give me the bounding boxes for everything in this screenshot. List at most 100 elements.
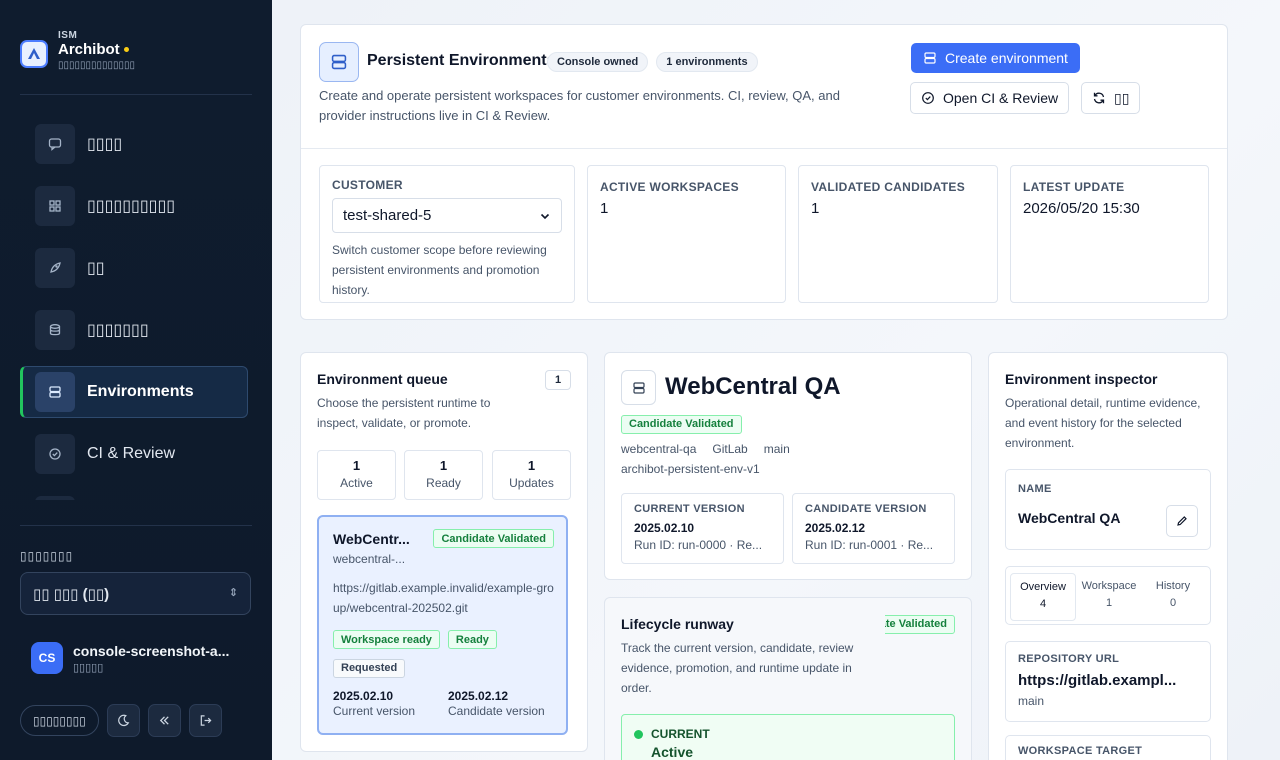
customer-select[interactable]: test-shared-5 [332, 198, 562, 233]
collapse-sidebar-button[interactable] [147, 704, 181, 737]
env-card-header: WebCentr... Candidate Validated [333, 529, 554, 548]
sidebar-item-label: Environments [87, 383, 194, 400]
ver-value: 2025.02.10 [634, 521, 695, 535]
active-workspaces-stat: ACTIVE WORKSPACES 1 [587, 165, 786, 303]
candidate-version-box: CANDIDATE VERSION 2025.02.12 Run ID: run… [792, 493, 955, 564]
theme-toggle-button[interactable] [106, 704, 140, 737]
runway-description: Track the current version, candidate, re… [621, 641, 854, 695]
sidebar-item-label: ▯▯▯▯▯▯▯▯▯▯ [87, 198, 176, 215]
runway-step-value: Active [651, 744, 694, 760]
runway-title: Lifecycle runway [621, 616, 734, 632]
customer-label: CUSTOMER [332, 178, 403, 192]
overflow-icon [35, 496, 75, 500]
runway-badge-wrap: Candidate Validated [885, 614, 955, 634]
stat-label: Ready [426, 476, 461, 490]
sidebar-item-ci-review[interactable]: CI & Review [20, 428, 248, 480]
brand[interactable]: ISM Archibot ▯▯▯▯▯▯▯▯▯▯▯▯▯▯ [20, 30, 135, 71]
env-card-requested: Requested [333, 658, 554, 678]
queue-title: Environment queue [317, 371, 448, 387]
tab-history[interactable]: History 0 [1140, 573, 1206, 621]
runway-step-current[interactable]: CURRENT Active [621, 714, 955, 760]
main-content: Persistent Environments Console owned 1 … [272, 0, 1280, 760]
customer-value: test-shared-5 [343, 207, 432, 224]
user-role: ▯▯▯▯▯ [73, 661, 104, 674]
environment-meta: webcentral-qa GitLab main [621, 439, 790, 459]
sidebar-item-label: ▯▯▯▯▯▯▯ [87, 322, 149, 339]
status-badge: Candidate Validated [621, 414, 742, 434]
tab-label: History [1155, 580, 1191, 592]
ver-label: CURRENT VERSION [634, 503, 745, 515]
archibot-logo-icon [20, 40, 48, 68]
create-environment-button[interactable]: Create environment [911, 43, 1080, 73]
queue-stat-active: 1 Active [317, 450, 396, 500]
ver-value: 2025.02.12 [805, 521, 866, 535]
tab-count: 0 [1169, 597, 1177, 609]
sidebar: ISM Archibot ▯▯▯▯▯▯▯▯▯▯▯▯▯▯ ▯▯▯▯ ▯▯▯▯▯▯▯… [0, 0, 272, 760]
workspace-ready-tag: Workspace ready [333, 630, 440, 649]
pencil-icon [1177, 516, 1187, 526]
sidebar-item-label: CI & Review [87, 445, 176, 462]
brand-name: Archibot [58, 41, 135, 58]
environment-queue: Environment queue 1 Choose the persisten… [300, 352, 588, 752]
environment-card[interactable]: WebCentr... Candidate Validated webcentr… [317, 515, 568, 735]
sidebar-item-partial[interactable] [20, 490, 248, 500]
open-ci-review-label: Open CI & Review [943, 90, 1059, 106]
sidebar-divider [20, 94, 252, 95]
user-profile[interactable]: CS console-screenshot-a... ▯▯▯▯▯ [31, 642, 229, 674]
current-version-box: CURRENT VERSION 2025.02.10 Run ID: run-0… [621, 493, 784, 564]
check-circle-icon [922, 92, 934, 104]
brand-name-text: Archibot [58, 41, 120, 58]
sidebar-item-dashboard[interactable]: ▯▯▯▯▯▯▯▯▯▯ [20, 180, 248, 232]
sidebar-item-data[interactable]: ▯▯▯▯▯▯▯ [20, 304, 248, 356]
repo-value: https://gitlab.exampl... [1018, 672, 1177, 689]
sidebar-item-chat[interactable]: ▯▯▯▯ [20, 118, 248, 170]
env-card-repo: https://gitlab.example.invalid/example-g… [333, 581, 554, 615]
tab-overview[interactable]: Overview 4 [1010, 573, 1076, 621]
lifecycle-runway: Lifecycle runway Candidate Validated Tra… [604, 597, 972, 760]
edit-name-button[interactable] [1166, 505, 1198, 537]
env-card-tags: Workspace ready Ready [333, 630, 554, 649]
sidebar-item-environments[interactable]: Environments [20, 366, 248, 418]
repository-url-box: REPOSITORY URL https://gitlab.exampl... … [1005, 641, 1211, 722]
latest-update-stat: LATEST UPDATE 2026/05/20 15:30 [1010, 165, 1209, 303]
queue-stat-updates: 1 Updates [492, 450, 571, 500]
refresh-label: ▯▯ [1114, 89, 1130, 106]
validated-candidates-stat: VALIDATED CANDIDATES 1 [798, 165, 998, 303]
chat-icon [35, 124, 75, 164]
target-label: WORKSPACE TARGET [1018, 745, 1143, 757]
sidebar-item-deploy[interactable]: ▯▯ [20, 242, 248, 294]
ver-label: CANDIDATE VERSION [805, 503, 927, 515]
queue-description: Choose the persistent runtime to inspect… [317, 396, 491, 430]
language-label: ▯▯▯▯▯▯▯ [20, 549, 74, 563]
sidebar-item-label: ▯▯ [87, 260, 105, 277]
environment-detail: WebCentral QA Candidate Validated webcen… [604, 352, 972, 580]
runway-step-label: CURRENT [651, 727, 710, 741]
footer-pill-button[interactable]: ▯▯▯▯▯▯▯▯ [20, 705, 99, 736]
logout-button[interactable] [188, 704, 222, 737]
queue-count-badge: 1 [545, 370, 571, 390]
customer-help: Switch customer scope before reviewing p… [332, 243, 547, 297]
language-select[interactable]: ▯▯ ▯▯▯ (▯▯) ⇕ [20, 572, 251, 615]
server-icon [621, 370, 656, 405]
candidate-version-col: 2025.02.12 Candidate version [448, 689, 545, 719]
page-header-card: Persistent Environments Console owned 1 … [300, 24, 1228, 320]
requested-tag: Requested [333, 658, 406, 678]
refresh-button[interactable]: ▯▯ [1081, 82, 1141, 114]
stat-label: ACTIVE WORKSPACES [600, 180, 739, 194]
stat-count: 1 [439, 458, 448, 473]
open-ci-review-button[interactable]: Open CI & Review [910, 82, 1070, 114]
chevron-down-icon [540, 213, 550, 219]
name-field-box: NAME WebCentral QA [1005, 469, 1211, 550]
avatar: CS [31, 642, 63, 674]
tab-count: 1 [1105, 597, 1113, 609]
stat-label: LATEST UPDATE [1023, 180, 1125, 194]
sidebar-divider [20, 525, 252, 526]
meta-slug: webcentral-qa [621, 442, 697, 456]
env-card-versions: 2025.02.10 Current version 2025.02.12 Ca… [333, 689, 554, 719]
ready-tag: Ready [447, 630, 497, 649]
server-icon [924, 52, 936, 64]
title-chips: Console owned 1 environments [547, 52, 758, 72]
create-environment-label: Create environment [945, 50, 1068, 66]
user-name: console-screenshot-a... [73, 642, 230, 659]
tab-workspace[interactable]: Workspace 1 [1076, 573, 1142, 621]
